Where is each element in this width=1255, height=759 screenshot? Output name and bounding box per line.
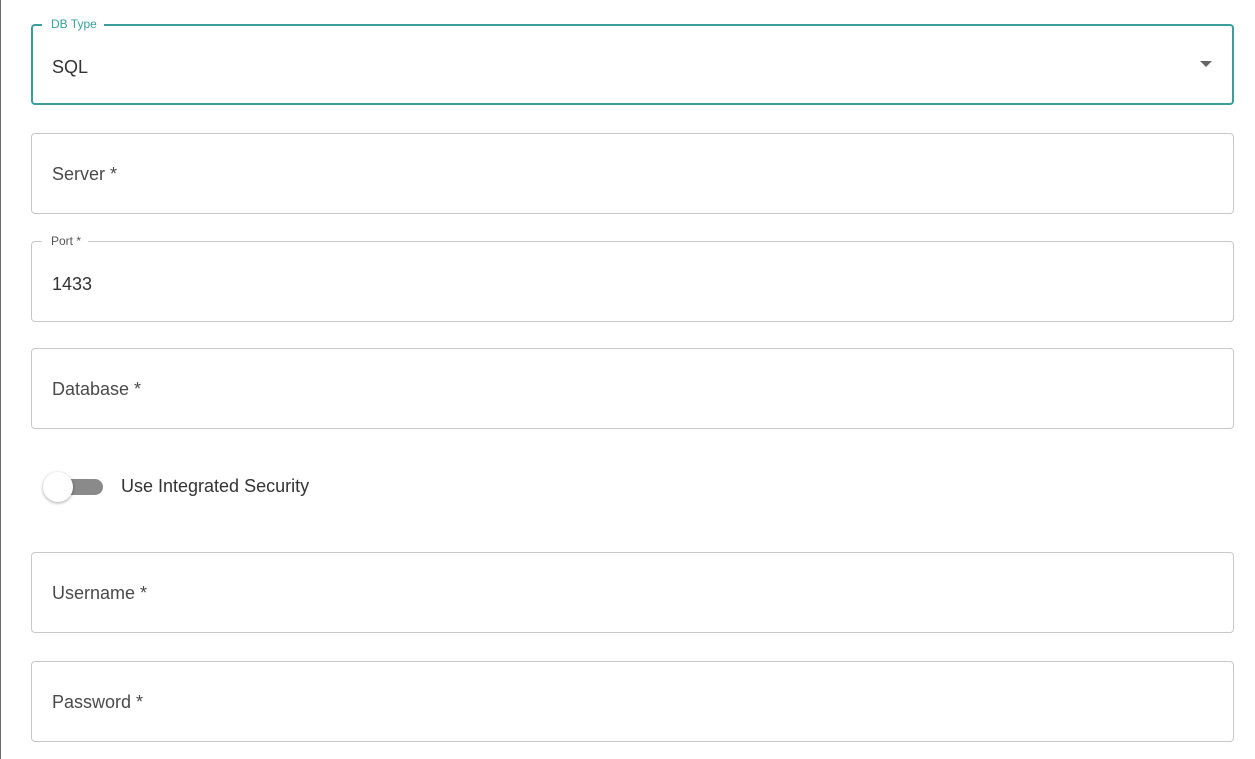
- port-value: 1433: [52, 274, 93, 294]
- server-field[interactable]: Server *: [31, 133, 1234, 214]
- database-placeholder: Database *: [52, 379, 142, 399]
- db-type-select[interactable]: DB Type SQL: [31, 16, 1234, 105]
- integrated-security-row: Use Integrated Security: [41, 470, 309, 502]
- password-placeholder: Password *: [52, 692, 144, 712]
- integrated-security-label[interactable]: Use Integrated Security: [121, 476, 309, 497]
- port-label: Port *: [42, 233, 89, 249]
- db-type-value: SQL: [52, 57, 89, 77]
- db-type-label: DB Type: [42, 16, 104, 32]
- server-placeholder: Server *: [52, 164, 118, 184]
- chevron-down-icon[interactable]: [1200, 61, 1212, 67]
- password-field[interactable]: Password *: [31, 661, 1234, 742]
- port-field[interactable]: Port * 1433: [31, 233, 1234, 322]
- database-field[interactable]: Database *: [31, 348, 1234, 429]
- username-field[interactable]: Username *: [31, 552, 1234, 633]
- username-placeholder: Username *: [52, 583, 148, 603]
- connection-form: DB Type SQL Server * Port * 1433 Databas…: [0, 0, 1255, 759]
- integrated-security-toggle[interactable]: [41, 470, 105, 502]
- toggle-thumb[interactable]: [43, 472, 73, 502]
